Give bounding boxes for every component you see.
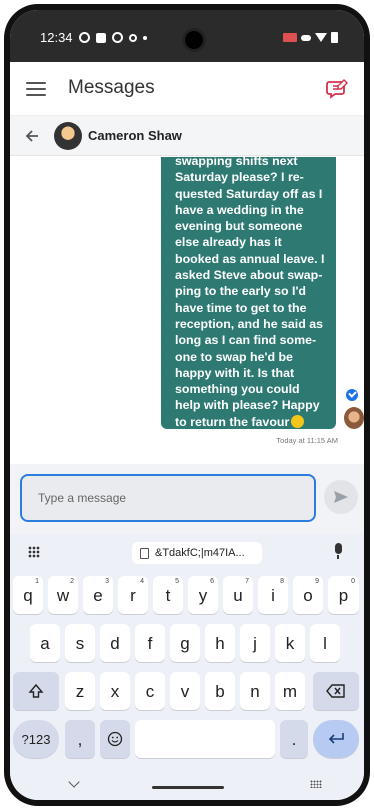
key-r[interactable]: 4r bbox=[118, 576, 148, 614]
key-y[interactable]: 6y bbox=[188, 576, 218, 614]
clipboard-suggestion[interactable]: &TdakfC;|m47IA... bbox=[132, 542, 262, 564]
sync-icon bbox=[78, 32, 90, 43]
key-q[interactable]: 1q bbox=[13, 576, 43, 614]
key-v[interactable]: v bbox=[170, 672, 200, 710]
shift-icon bbox=[28, 683, 44, 698]
sender-avatar bbox=[344, 407, 364, 429]
notification-icon bbox=[95, 32, 106, 43]
more-notifications-icon bbox=[142, 35, 147, 40]
message-line: to return the favour bbox=[175, 414, 290, 429]
symbols-key[interactable]: ?123 bbox=[13, 720, 59, 758]
phone-frame: 12:34 Messages Cameron Shaw swapping shi… bbox=[4, 4, 370, 806]
front-camera bbox=[182, 28, 206, 52]
keyboard-switch-icon[interactable] bbox=[310, 780, 322, 788]
message-line: have time to get to the bbox=[175, 300, 307, 315]
message-line: ping to the early so I'd bbox=[175, 284, 306, 299]
key-e[interactable]: 3e bbox=[83, 576, 113, 614]
vpn-key-icon bbox=[301, 34, 311, 41]
message-timestamp: Today at 11:15 AM bbox=[276, 436, 338, 445]
key-m[interactable]: m bbox=[275, 672, 305, 710]
message-line: have a wedding in the bbox=[175, 202, 304, 217]
message-line: help with please? Happy bbox=[175, 398, 320, 413]
key-z[interactable]: z bbox=[65, 672, 95, 710]
message-line: booked as annual leave. I bbox=[175, 251, 325, 266]
backspace-key[interactable] bbox=[313, 672, 359, 710]
status-time: 12:34 bbox=[40, 30, 73, 45]
navigation-bar bbox=[10, 770, 364, 800]
new-message-icon[interactable] bbox=[326, 78, 348, 100]
key-s[interactable]: s bbox=[65, 624, 95, 662]
period-key[interactable]: . bbox=[280, 720, 308, 758]
conversation-header: Cameron Shaw bbox=[10, 116, 364, 156]
key-w[interactable]: 2w bbox=[48, 576, 78, 614]
apps-grid-icon[interactable] bbox=[28, 546, 40, 558]
clipboard-text: &TdakfC;|m47IA... bbox=[155, 547, 245, 559]
page-title: Messages bbox=[68, 77, 155, 98]
message-bubble[interactable]: swapping shifts next Saturday please? I … bbox=[161, 157, 336, 429]
enter-key[interactable] bbox=[313, 720, 359, 758]
home-gesture-handle[interactable] bbox=[152, 786, 224, 789]
message-input[interactable] bbox=[20, 474, 316, 522]
key-c[interactable]: c bbox=[135, 672, 165, 710]
menu-icon[interactable] bbox=[26, 82, 46, 96]
hide-keyboard-chevron-icon[interactable] bbox=[68, 776, 80, 788]
send-button[interactable] bbox=[324, 480, 358, 514]
microphone-icon[interactable] bbox=[334, 543, 342, 561]
contact-name[interactable]: Cameron Shaw bbox=[88, 128, 182, 143]
message-line: Saturday please? I re- bbox=[175, 170, 304, 185]
app-header: Messages bbox=[10, 62, 364, 116]
spacebar-key[interactable] bbox=[135, 720, 275, 758]
wifi-icon bbox=[315, 33, 327, 42]
key-p[interactable]: 0p bbox=[328, 576, 359, 614]
message-line: happy with it. Is that bbox=[175, 365, 295, 380]
message-line: reception, and he said as bbox=[175, 316, 324, 331]
key-f[interactable]: f bbox=[135, 624, 165, 662]
key-n[interactable]: n bbox=[240, 672, 270, 710]
message-thread[interactable]: swapping shifts next Saturday please? I … bbox=[10, 157, 364, 463]
key-b[interactable]: b bbox=[205, 672, 235, 710]
message-line: asked Steve about swap- bbox=[175, 268, 323, 283]
emoji-key[interactable] bbox=[100, 720, 130, 758]
message-line: long as I can find some- bbox=[175, 333, 317, 348]
media-icon bbox=[111, 32, 123, 43]
key-t[interactable]: 5t bbox=[153, 576, 183, 614]
message-line: evening but someone bbox=[175, 219, 303, 234]
message-composer bbox=[10, 464, 364, 534]
key-j[interactable]: j bbox=[240, 624, 270, 662]
key-g[interactable]: g bbox=[170, 624, 200, 662]
key-a[interactable]: a bbox=[30, 624, 60, 662]
comma-key[interactable]: , bbox=[65, 720, 95, 758]
contact-avatar[interactable] bbox=[54, 122, 82, 150]
message-line: something you could bbox=[175, 382, 300, 397]
key-i[interactable]: 8i bbox=[258, 576, 288, 614]
battery-icon bbox=[331, 32, 338, 43]
onscreen-keyboard: &TdakfC;|m47IA... 1q 2w 3e 4r 5t 6y 7u 8… bbox=[10, 534, 364, 800]
key-k[interactable]: k bbox=[275, 624, 305, 662]
send-icon bbox=[334, 491, 348, 503]
status-bar: 12:34 bbox=[10, 10, 364, 62]
location-icon bbox=[128, 33, 137, 42]
emoji-icon bbox=[107, 731, 123, 747]
key-h[interactable]: h bbox=[205, 624, 235, 662]
enter-icon bbox=[328, 733, 344, 744]
read-receipt-check-icon bbox=[346, 389, 358, 401]
back-arrow-icon[interactable] bbox=[22, 126, 42, 146]
clipboard-icon bbox=[140, 547, 149, 559]
key-o[interactable]: 9o bbox=[293, 576, 323, 614]
smile-emoji-icon bbox=[291, 414, 305, 428]
message-line: quested Saturday off as I bbox=[175, 186, 323, 201]
shift-key[interactable] bbox=[13, 672, 59, 710]
screen: 12:34 Messages Cameron Shaw swapping shi… bbox=[10, 10, 364, 800]
message-line: swapping shifts next bbox=[175, 157, 298, 168]
key-l[interactable]: l bbox=[310, 624, 340, 662]
backspace-icon bbox=[326, 684, 345, 698]
message-line: else already has it bbox=[175, 235, 282, 250]
flag-icon bbox=[283, 33, 297, 42]
message-line: one to swap he'd be bbox=[175, 349, 293, 364]
key-d[interactable]: d bbox=[100, 624, 130, 662]
key-u[interactable]: 7u bbox=[223, 576, 253, 614]
keyboard-toolbar: &TdakfC;|m47IA... bbox=[10, 534, 364, 570]
key-x[interactable]: x bbox=[100, 672, 130, 710]
